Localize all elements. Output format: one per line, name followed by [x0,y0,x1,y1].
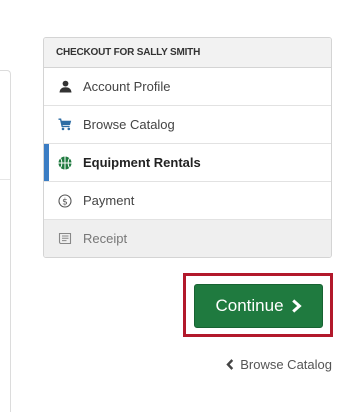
continue-label: Continue [215,296,284,315]
checkout-steps-panel: CHECKOUT FOR SALLY SMITH Account Profile [43,37,332,258]
step-equipment-rentals[interactable]: Equipment Rentals [44,144,331,182]
receipt-icon [58,232,72,246]
continue-button[interactable]: Continue [194,284,323,328]
chevron-right-icon [291,299,302,313]
left-panel-divider [0,179,10,180]
browse-catalog-back-link[interactable]: Browse Catalog [226,357,332,372]
dollar-circle-icon: $ [58,193,72,208]
back-link-label: Browse Catalog [240,357,332,372]
step-payment[interactable]: $ Payment [44,182,331,220]
user-icon [58,80,72,94]
step-label: Browse Catalog [83,117,175,132]
svg-text:$: $ [62,197,68,207]
step-account-profile[interactable]: Account Profile [44,68,331,106]
chevron-left-icon [226,359,234,370]
step-label: Equipment Rentals [83,155,201,170]
left-content-panel-edge [0,70,11,412]
cart-icon [58,118,72,132]
step-receipt: Receipt [44,220,331,257]
step-browse-catalog[interactable]: Browse Catalog [44,106,331,144]
step-label: Payment [83,193,135,208]
step-label: Receipt [83,231,128,246]
step-label: Account Profile [83,79,171,94]
checkout-header: CHECKOUT FOR SALLY SMITH [44,38,331,68]
page: CHECKOUT FOR SALLY SMITH Account Profile [0,0,351,412]
basketball-icon [58,156,72,170]
